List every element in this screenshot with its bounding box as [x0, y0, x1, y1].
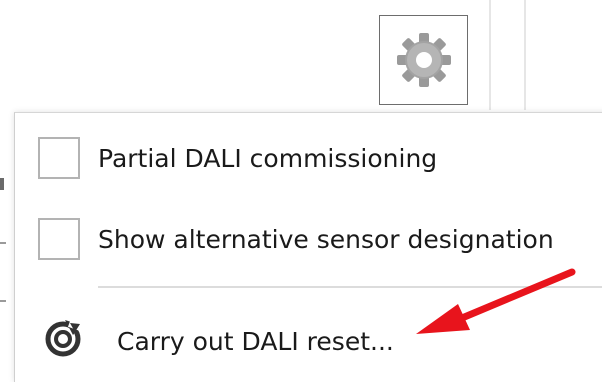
- menu-item-partial-dali-commissioning[interactable]: Partial DALI commissioning: [15, 118, 602, 198]
- menu-item-carry-out-dali-reset[interactable]: Carry out DALI reset...: [15, 301, 602, 381]
- menu-item-label: Partial DALI commissioning: [98, 143, 438, 173]
- background-fragment: [0, 300, 6, 302]
- background-fragment: [0, 178, 4, 190]
- background-divider: [489, 0, 491, 110]
- partial-commissioning-checkbox[interactable]: [38, 137, 80, 179]
- menu-separator: [98, 286, 602, 288]
- menu-item-label: Carry out DALI reset...: [117, 326, 394, 356]
- context-menu: Partial DALI commissioning Show alternat…: [14, 112, 602, 382]
- alternative-sensor-checkbox[interactable]: [38, 218, 80, 260]
- menu-item-label: Show alternative sensor designation: [98, 224, 554, 254]
- background-fragment: [0, 242, 6, 244]
- settings-button[interactable]: [379, 15, 468, 105]
- reset-icon: [45, 319, 83, 357]
- gear-icon: [396, 33, 451, 87]
- background-divider: [524, 0, 526, 110]
- menu-item-show-alternative-sensor-designation[interactable]: Show alternative sensor designation: [15, 199, 602, 279]
